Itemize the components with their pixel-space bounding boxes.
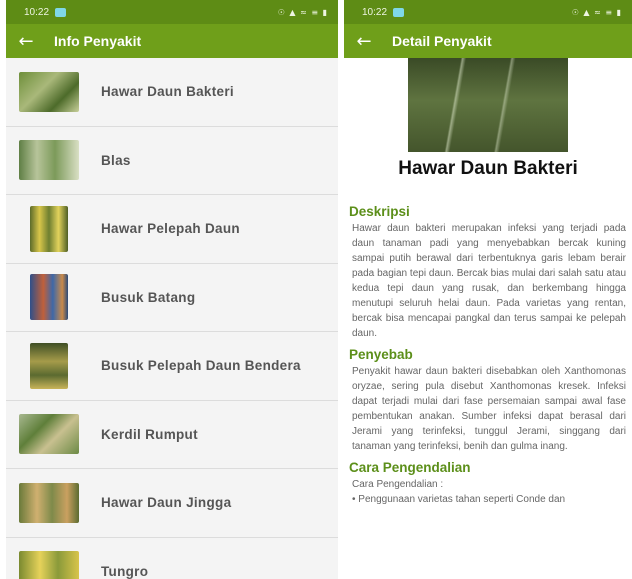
disease-thumbnail xyxy=(30,205,68,252)
list-item-label: Busuk Batang xyxy=(101,289,196,305)
page-title: Info Penyakit xyxy=(54,33,142,49)
status-icons: ☉ ▲ ≈ ≡ ▮ xyxy=(277,7,328,17)
list-item-label: Tungro xyxy=(101,563,149,579)
status-icons: ☉ ▲ ≈ ≡ ▮ xyxy=(571,7,622,17)
disease-thumbnail xyxy=(19,482,79,523)
disease-image xyxy=(408,58,568,152)
list-item-label: Hawar Daun Bakteri xyxy=(101,84,234,100)
section-bullet-pengendalian: • Penggunaan varietas tahan seperti Cond… xyxy=(352,494,566,505)
app-bar: ← Info Penyakit xyxy=(6,24,338,58)
list-item[interactable]: Busuk Pelepah Daun Bendera xyxy=(6,332,338,401)
disease-thumbnail xyxy=(19,414,79,455)
list-item-label: Kerdil Rumput xyxy=(101,426,198,442)
status-bar: 10:22 ☉ ▲ ≈ ≡ ▮ xyxy=(6,0,338,24)
status-time: 10:22 xyxy=(24,6,50,18)
list-item-label: Blas xyxy=(101,152,131,168)
status-time: 10:22 xyxy=(362,6,388,18)
section-heading-pengendalian: Cara Pengendalian xyxy=(349,460,471,475)
back-arrow-icon[interactable]: ← xyxy=(6,24,46,58)
disease-list-screen: 10:22 ☉ ▲ ≈ ≡ ▮ ← Info Penyakit Hawar Da… xyxy=(6,0,338,579)
disease-detail-screen: 10:22 ☉ ▲ ≈ ≡ ▮ ← Detail Penyakit Hawar … xyxy=(344,0,632,579)
section-heading-penyebab: Penyebab xyxy=(349,347,413,362)
list-item[interactable]: Busuk Batang xyxy=(6,263,338,332)
list-item-label: Hawar Daun Jingga xyxy=(101,495,232,511)
disease-thumbnail xyxy=(30,274,68,321)
notification-icon xyxy=(55,7,67,17)
disease-thumbnail xyxy=(19,551,79,579)
disease-list: Hawar Daun Bakteri Blas Hawar Pelepah Da… xyxy=(6,58,338,579)
section-heading-deskripsi: Deskripsi xyxy=(349,204,410,219)
list-item[interactable]: Blas xyxy=(6,126,338,195)
disease-thumbnail xyxy=(19,71,79,112)
disease-thumbnail xyxy=(19,140,79,181)
disease-title: Hawar Daun Bakteri xyxy=(398,158,578,179)
section-body-penyebab: Penyakit hawar daun bakteri disebabkan o… xyxy=(352,366,626,452)
app-bar: ← Detail Penyakit xyxy=(344,24,632,58)
list-item[interactable]: Kerdil Rumput xyxy=(6,400,338,469)
page-title: Detail Penyakit xyxy=(392,33,492,49)
detail-content[interactable]: Hawar Daun Bakteri Deskripsi Hawar daun … xyxy=(344,58,632,579)
list-item[interactable]: Hawar Daun Bakteri xyxy=(6,58,338,127)
list-item-label: Hawar Pelepah Daun xyxy=(101,221,240,237)
disease-thumbnail xyxy=(30,342,68,389)
list-item-label: Busuk Pelepah Daun Bendera xyxy=(101,358,301,374)
list-item[interactable]: Hawar Daun Jingga xyxy=(6,469,338,538)
list-item[interactable]: Tungro xyxy=(6,537,338,579)
list-item[interactable]: Hawar Pelepah Daun xyxy=(6,195,338,264)
back-arrow-icon[interactable]: ← xyxy=(344,24,384,58)
status-bar: 10:22 ☉ ▲ ≈ ≡ ▮ xyxy=(344,0,632,24)
notification-icon xyxy=(393,7,405,17)
section-body-pengendalian: Cara Pengendalian : xyxy=(352,479,444,490)
section-body-deskripsi: Hawar daun bakteri merupakan infeksi yan… xyxy=(352,223,626,339)
